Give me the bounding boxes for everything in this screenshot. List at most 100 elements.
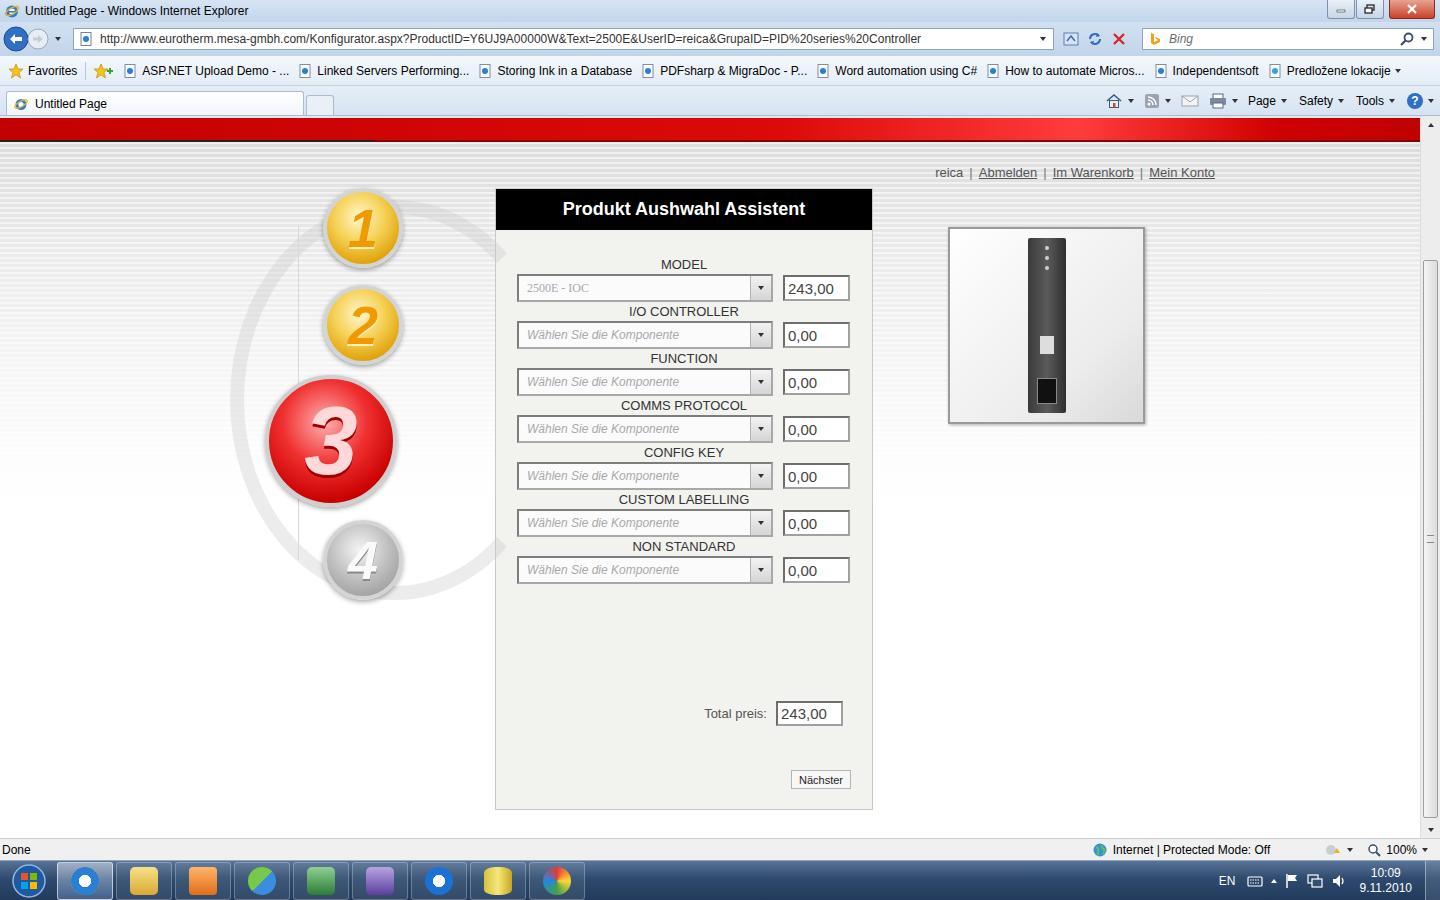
help-icon: ? (1407, 93, 1423, 109)
home-button[interactable] (1105, 93, 1134, 109)
web-page-icon (1153, 63, 1169, 79)
messenger-icon (248, 867, 276, 895)
price-field: 0,00 (783, 510, 850, 536)
close-icon (1406, 4, 1418, 14)
price-field: 0,00 (783, 369, 850, 395)
feeds-button[interactable] (1144, 93, 1171, 109)
favorite-link[interactable]: ASP.NET Upload Demo - ... (122, 63, 289, 79)
language-indicator[interactable]: EN (1219, 874, 1236, 888)
security-zone[interactable]: Internet | Protected Mode: Off (1092, 842, 1271, 858)
web-page-icon (985, 63, 1001, 79)
component-select[interactable]: Wählen Sie die Komponente (517, 368, 773, 396)
device-photo (1028, 238, 1066, 413)
compatibility-view-icon[interactable] (1062, 30, 1080, 48)
taskbar-app[interactable] (175, 862, 231, 900)
form-field: COMMS PROTOCOLWählen Sie die Komponente0… (496, 399, 872, 443)
favorite-link[interactable]: PDFsharp & MigraDoc - P... (640, 63, 807, 79)
header-banner (0, 118, 1420, 142)
search-field[interactable]: Bing (1142, 28, 1434, 50)
mail-icon (1181, 94, 1199, 108)
favorite-link[interactable]: Storing Ink in a Database (477, 63, 632, 79)
forward-button[interactable] (27, 28, 49, 50)
flag-icon[interactable] (1285, 873, 1299, 889)
printer-icon (1209, 93, 1227, 109)
mail-button[interactable] (1181, 94, 1199, 108)
command-menu[interactable]: Page (1248, 94, 1287, 108)
windows-logo-icon (11, 863, 47, 899)
browser-tab[interactable]: Untitled Page (6, 91, 304, 115)
field-label: I/O CONTROLLER (496, 305, 872, 319)
url-text: http://www.eurotherm.mesa-gmbh.com/Konfi… (100, 32, 1031, 46)
show-desktop-button[interactable] (1425, 861, 1440, 900)
taskbar-app[interactable] (529, 862, 585, 900)
paint-icon (543, 867, 571, 895)
minimize-button[interactable] (1327, 0, 1355, 19)
component-select[interactable]: Wählen Sie die Komponente (517, 462, 773, 490)
taskbar-app[interactable] (470, 862, 526, 900)
taskbar-app[interactable] (234, 862, 290, 900)
favorite-link[interactable]: Predložene lokacije (1267, 63, 1401, 79)
favorites-button[interactable]: Favorites (8, 63, 77, 79)
start-button[interactable] (4, 863, 54, 899)
star-icon (8, 63, 24, 79)
refresh-icon[interactable] (1086, 30, 1104, 48)
network-icon[interactable] (1307, 873, 1323, 889)
field-label: CUSTOM LABELLING (496, 493, 872, 507)
stop-icon[interactable] (1110, 30, 1128, 48)
ie-logo-icon (4, 3, 20, 19)
status-bar: DoneInternet | Protected Mode: Off100% (0, 838, 1440, 860)
command-menu[interactable]: Tools (1356, 94, 1395, 108)
new-tab-button[interactable] (306, 95, 334, 115)
clock[interactable]: 10:099.11.2010 (1360, 866, 1413, 896)
print-button[interactable] (1209, 93, 1238, 109)
form-field: CUSTOM LABELLING Wählen Sie die Komponent… (496, 493, 872, 537)
help-button[interactable]: ? (1407, 93, 1434, 109)
field-label: FUNCTION (496, 352, 872, 366)
browser-window: Untitled Page - Windows Internet Explore… (0, 0, 1440, 900)
restore-icon (1364, 4, 1376, 14)
scroll-thumb[interactable] (1423, 260, 1438, 818)
taskbar-app[interactable] (57, 862, 113, 900)
command-menu[interactable]: Safety (1299, 94, 1344, 108)
search-placeholder: Bing (1169, 32, 1193, 46)
add-favorite-icon[interactable] (94, 63, 114, 79)
back-button[interactable] (3, 26, 29, 52)
address-field[interactable]: http://www.eurotherm.mesa-gmbh.com/Konfi… (73, 28, 1054, 50)
user-link[interactable]: Mein Konto (1149, 165, 1215, 180)
user-link[interactable]: Abmelden (979, 165, 1038, 180)
favorite-link[interactable]: Word automation using C# (815, 63, 977, 79)
close-button[interactable] (1389, 0, 1435, 19)
field-label: NON STANDARD (496, 540, 872, 554)
taskbar-app[interactable] (352, 862, 408, 900)
feed-icon (1144, 93, 1160, 109)
protected-mode-button[interactable] (1324, 842, 1353, 858)
vertical-scrollbar[interactable] (1420, 116, 1440, 838)
favorite-link[interactable]: Independentsoft (1153, 63, 1259, 79)
component-select[interactable]: 2500E - IOC (517, 274, 773, 302)
taskbar-app[interactable] (116, 862, 172, 900)
panel-title: Produkt Aushwahl Assistent (496, 189, 872, 230)
component-select[interactable]: Wählen Sie die Komponente (517, 556, 773, 584)
maximize-button[interactable] (1356, 0, 1384, 19)
component-select[interactable]: Wählen Sie die Komponente (517, 509, 773, 537)
favorite-link[interactable]: How to automate Micros... (985, 63, 1144, 79)
globe-icon (1092, 842, 1108, 858)
web-page-icon (1267, 63, 1283, 79)
web-content: reica|Abmelden|Im Warenkorb|Mein Konto12… (0, 116, 1440, 838)
price-field: 0,00 (783, 557, 850, 583)
component-select[interactable]: Wählen Sie die Komponente (517, 415, 773, 443)
search-icon[interactable] (1399, 31, 1415, 47)
speaker-icon[interactable] (1331, 873, 1347, 889)
taskbar-app[interactable] (411, 862, 467, 900)
wizard-panel: Produkt Aushwahl AssistentMODEL2500E - I… (495, 188, 873, 810)
taskbar-app[interactable] (293, 862, 349, 900)
history-dropdown[interactable] (53, 37, 63, 41)
user-link[interactable]: Im Warenkorb (1053, 165, 1134, 180)
next-button[interactable]: Nächster (791, 770, 851, 789)
zoom-button[interactable]: 100% (1367, 843, 1428, 857)
wizard-steps: 1234 (0, 188, 410, 600)
favorite-link[interactable]: Linked Servers Performing... (297, 63, 469, 79)
field-label: CONFIG KEY (496, 446, 872, 460)
component-select[interactable]: Wählen Sie die Komponente (517, 321, 773, 349)
keyboard-icon[interactable] (1247, 874, 1263, 888)
